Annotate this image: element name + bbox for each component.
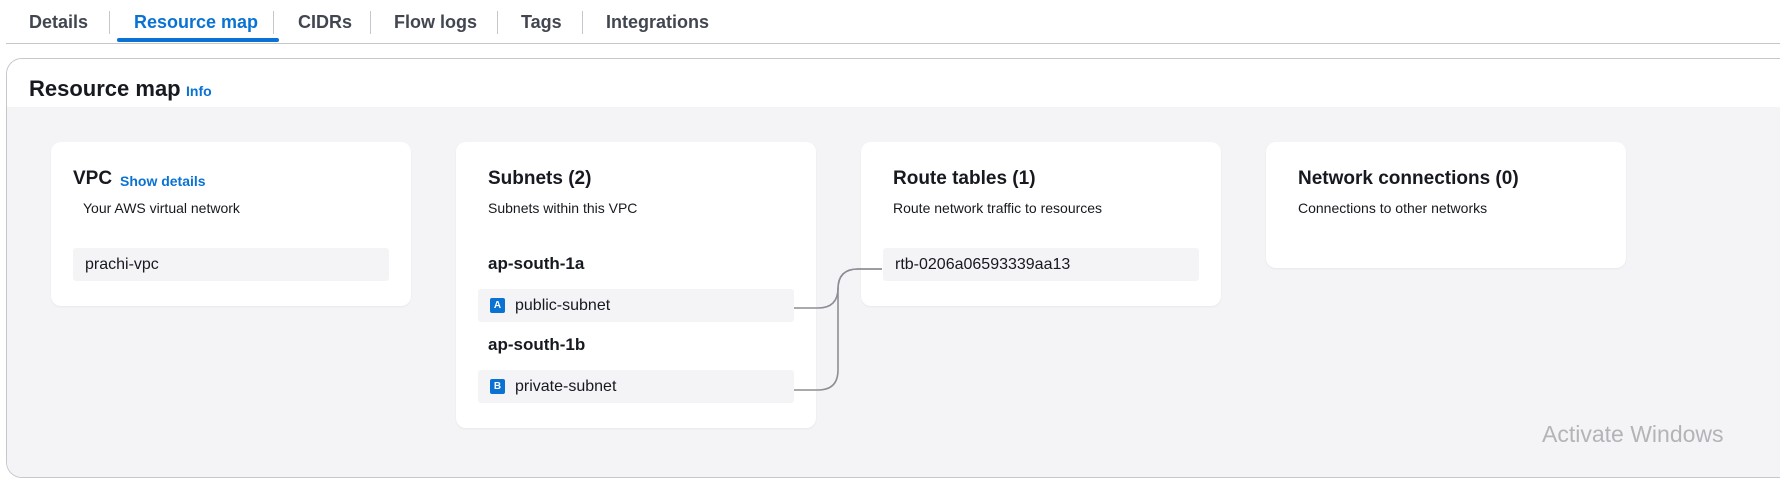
subnet-name: public-subnet — [515, 296, 611, 314]
show-details-link[interactable]: Show details — [120, 173, 206, 189]
vpc-description: Your AWS virtual network — [83, 200, 240, 216]
tab-separator — [370, 11, 371, 34]
subnets-title: Subnets (2) — [488, 168, 592, 189]
vpc-card: VPC Show details Your AWS virtual networ… — [51, 142, 411, 306]
route-tables-description: Route network traffic to resources — [893, 200, 1103, 216]
vpc-item[interactable]: prachi-vpc — [73, 248, 389, 281]
info-link[interactable]: Info — [186, 83, 212, 99]
az-label: ap-south-1a — [488, 254, 585, 273]
subnet-item-public[interactable]: A public-subnet — [478, 289, 794, 322]
subnets-card: Subnets (2) Subnets within this VPC ap-s… — [456, 142, 816, 428]
tab-separator — [273, 11, 274, 34]
tab-cidrs[interactable]: CIDRs — [298, 12, 352, 33]
tab-separator — [109, 11, 110, 34]
resource-map-panel: Resource map Info VPC Show details Your … — [6, 58, 1780, 478]
vpc-title: VPC — [73, 168, 113, 189]
tab-flow-logs[interactable]: Flow logs — [394, 12, 477, 33]
network-connections-title: Network connections (0) — [1298, 168, 1519, 189]
route-tables-card: Route tables (1) Route network traffic t… — [861, 142, 1221, 306]
tab-separator — [582, 11, 583, 34]
network-connections-description: Connections to other networks — [1298, 200, 1488, 216]
az-label: ap-south-1b — [488, 335, 586, 354]
resource-map-canvas: VPC Show details Your AWS virtual networ… — [7, 107, 1780, 477]
panel-header: Resource map Info — [7, 59, 1780, 107]
page-title: Resource map — [29, 76, 181, 101]
tab-resource-map[interactable]: Resource map — [134, 12, 258, 33]
route-table-id: rtb-0206a06593339aa13 — [895, 255, 1071, 273]
vpc-name: prachi-vpc — [85, 255, 159, 273]
active-tab-indicator — [117, 38, 279, 42]
subnet-name: private-subnet — [515, 377, 617, 395]
subnet-badge-b: B — [490, 379, 505, 394]
route-tables-title: Route tables (1) — [893, 168, 1036, 189]
network-connections-card: Network connections (0) Connections to o… — [1266, 142, 1626, 268]
tab-integrations[interactable]: Integrations — [606, 12, 709, 33]
tab-bar: Details Resource map CIDRs Flow logs Tag… — [6, 0, 1780, 44]
subnet-item-private[interactable]: B private-subnet — [478, 370, 794, 403]
tab-details[interactable]: Details — [29, 12, 88, 33]
tab-tags[interactable]: Tags — [521, 12, 562, 33]
subnets-description: Subnets within this VPC — [488, 200, 638, 216]
route-table-item[interactable]: rtb-0206a06593339aa13 — [883, 248, 1199, 281]
subnet-badge-a: A — [490, 298, 505, 313]
activate-windows-watermark: Activate Windows — [1542, 421, 1724, 447]
tab-separator — [497, 11, 498, 34]
